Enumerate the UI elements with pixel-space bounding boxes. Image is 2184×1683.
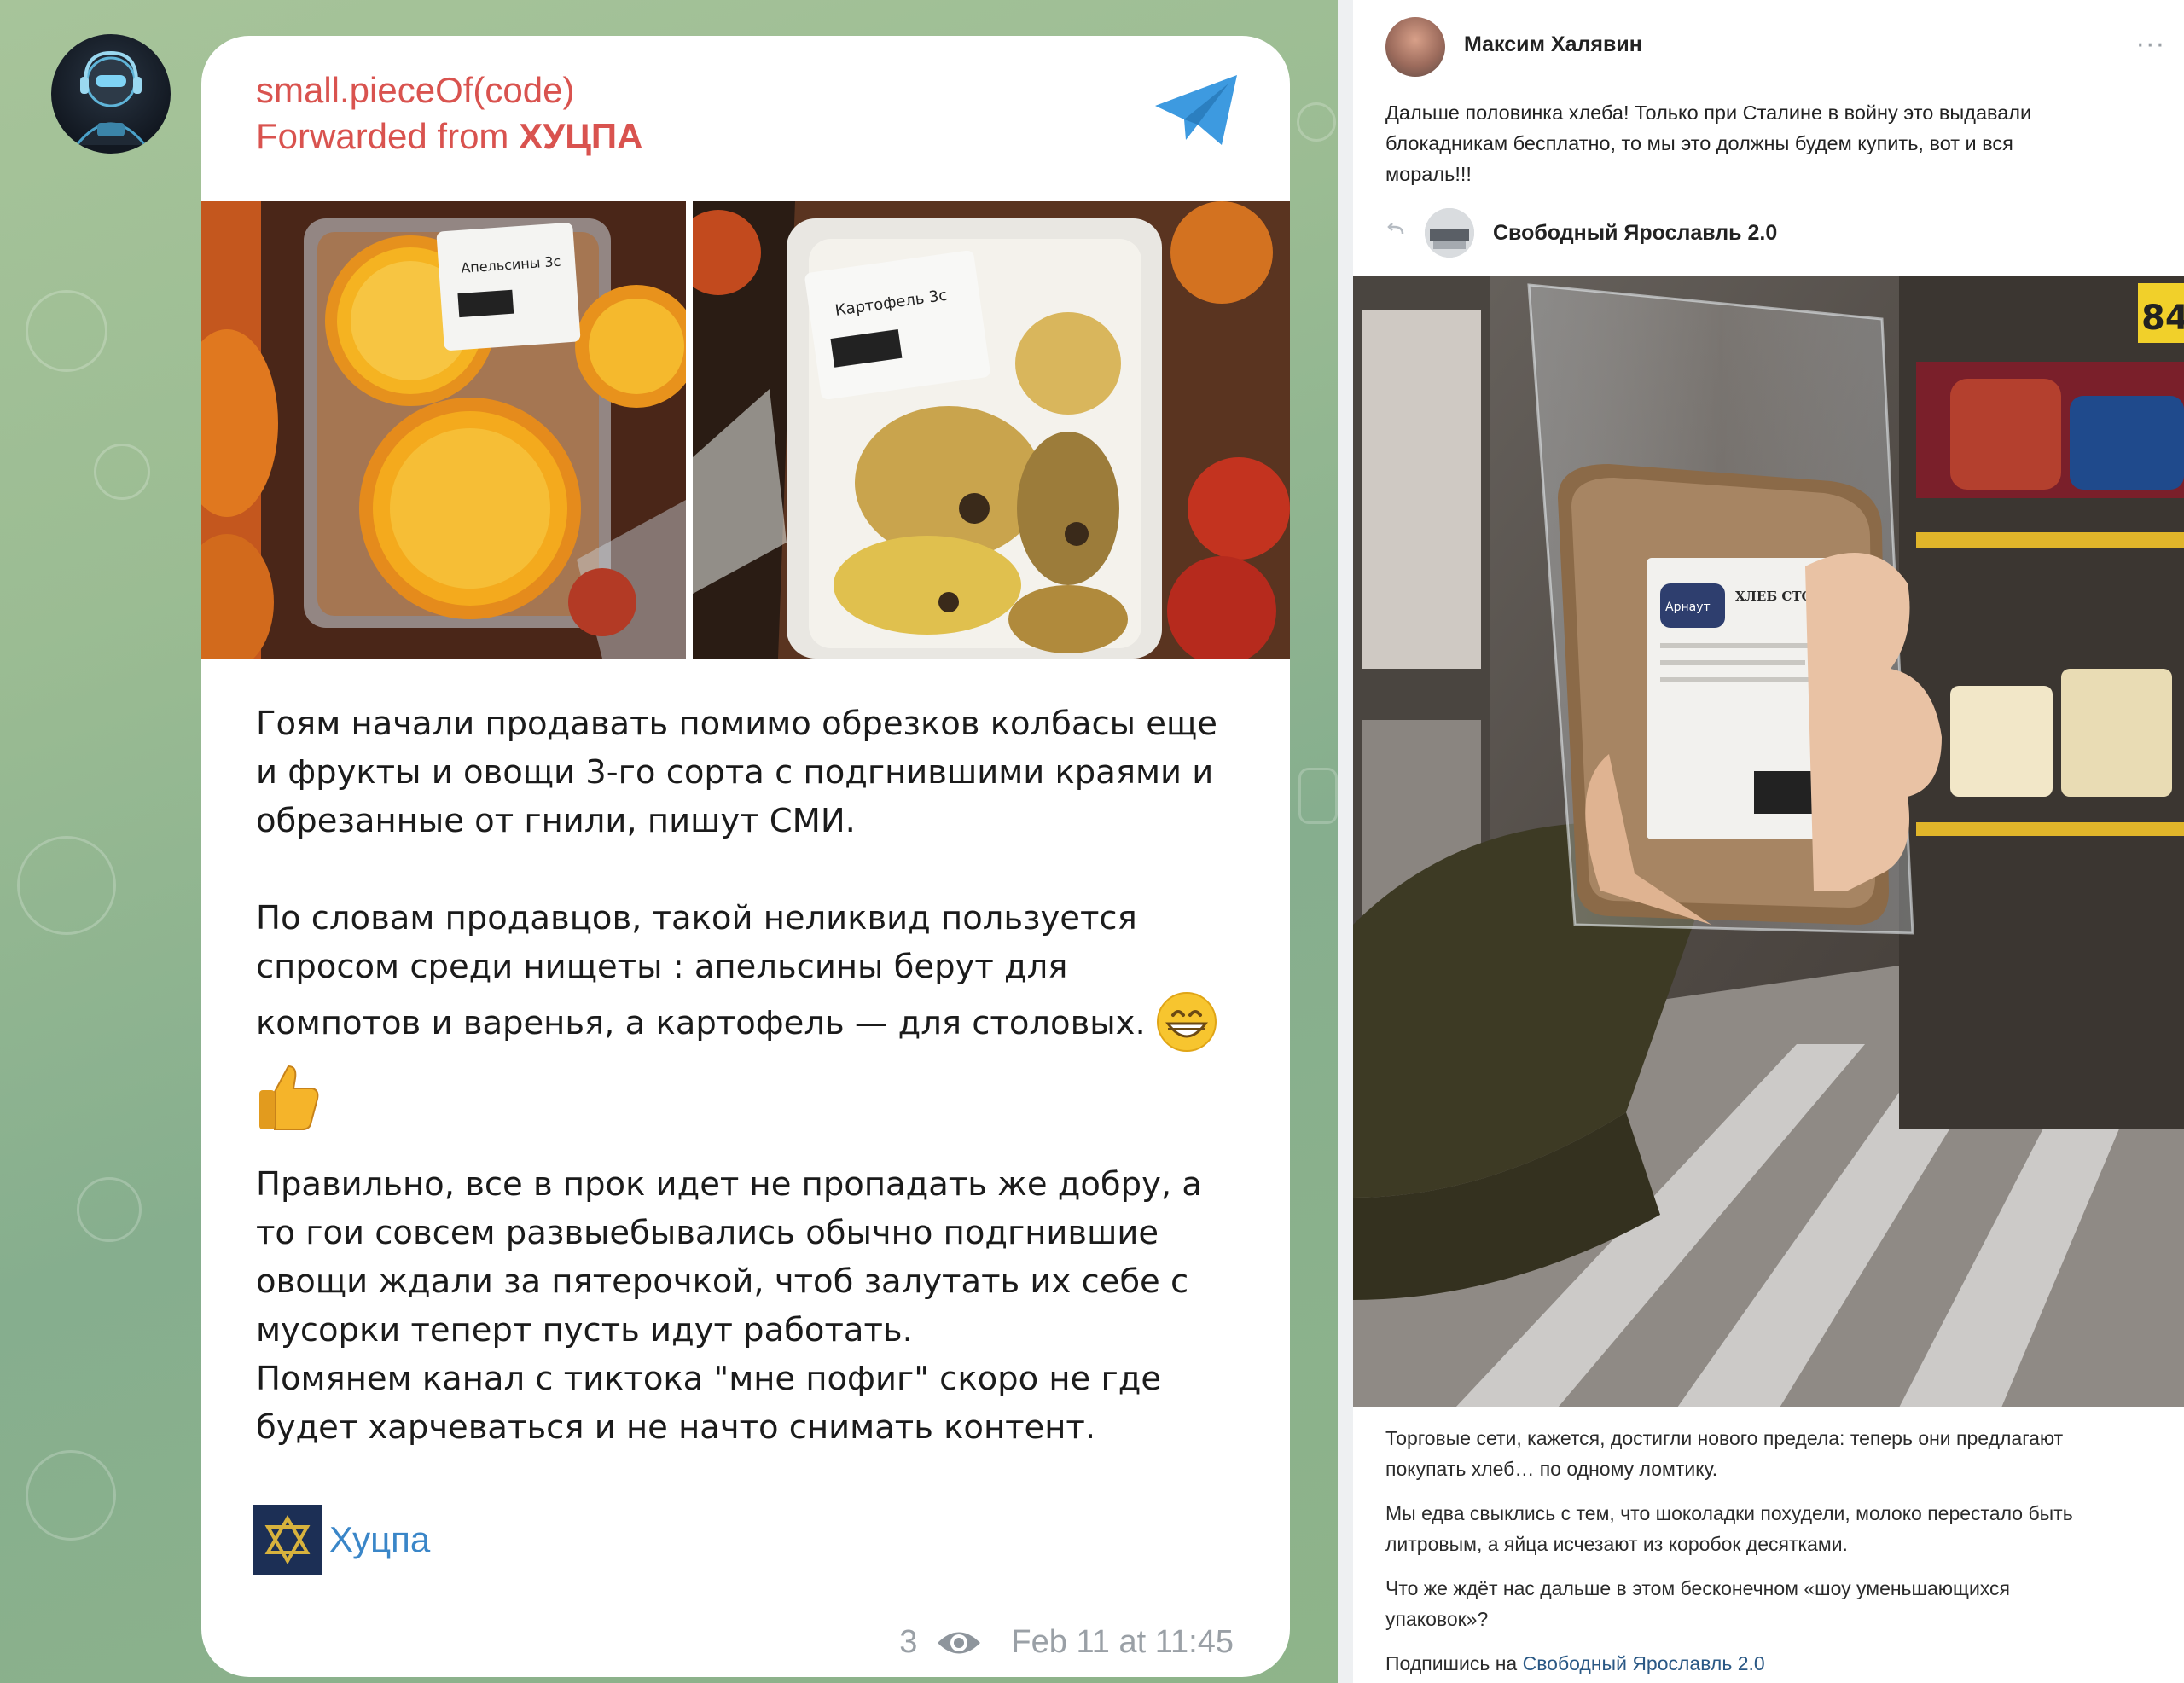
message-paragraph: Гоям начали продавать помимо обрезков ко… bbox=[256, 705, 1217, 840]
message-paragraph: Помянем канал с тиктока "мне пофиг" скор… bbox=[256, 1360, 1162, 1447]
caption-paragraph: Торговые сети, кажется, достигли нового … bbox=[1385, 1427, 2064, 1480]
forwarded-from[interactable]: Forwarded from ХУЦПА bbox=[256, 113, 642, 160]
eye-icon bbox=[938, 1632, 981, 1653]
author-avatar[interactable] bbox=[1385, 17, 1445, 77]
photo-oranges[interactable]: Апельсины 3с bbox=[201, 201, 686, 659]
message-signature[interactable]: Хуцпа bbox=[253, 1505, 430, 1575]
message-paragraph: По словам продавцов, такой неликвид поль… bbox=[256, 894, 1254, 1053]
photo-potatoes[interactable]: Картофель 3с bbox=[693, 201, 1290, 659]
pane-divider bbox=[1338, 0, 1353, 1683]
more-options-icon[interactable]: ··· bbox=[2136, 31, 2166, 61]
background-doodle bbox=[1298, 768, 1338, 824]
message-paragraph: Правильно, все в прок идет не пропадать … bbox=[256, 1165, 1202, 1349]
repost-icon bbox=[1387, 223, 1404, 235]
post-photo-bread[interactable]: 84 Арнаут ХЛЕБ СТОЛИЧНЫЙ bbox=[1353, 276, 2184, 1407]
repost-source-name[interactable]: Свободный Ярославль 2.0 bbox=[1493, 221, 1777, 246]
repost-source-avatar[interactable] bbox=[1425, 208, 1474, 258]
post-text: Дальше половинка хлеба! Только при Стали… bbox=[1385, 102, 2032, 185]
caption-paragraph: Мы едва свыклись с тем, что шоколадки по… bbox=[1385, 1502, 2073, 1555]
robot-avatar-icon bbox=[75, 50, 147, 146]
background-doodle bbox=[26, 1450, 116, 1541]
vk-post-pane: Максим Халявин ··· Дальше половинка хлеб… bbox=[1353, 0, 2184, 1683]
subscribe-line: Подпишись на Свободный Ярославль 2.0 bbox=[1385, 1648, 2170, 1679]
background-doodle bbox=[94, 444, 150, 500]
telegram-pane: small.pieceOf(code) Forwarded from ХУЦПА bbox=[0, 0, 1338, 1683]
message-bubble: small.pieceOf(code) Forwarded from ХУЦПА bbox=[201, 36, 1290, 1677]
telegram-plane-icon bbox=[1155, 75, 1237, 145]
signature-name[interactable]: Хуцпа bbox=[329, 1519, 430, 1560]
message-header: small.pieceOf(code) Forwarded from ХУЦПА bbox=[256, 68, 642, 160]
forwarded-source[interactable]: ХУЦПА bbox=[519, 116, 642, 156]
channel-avatar[interactable] bbox=[51, 34, 171, 154]
message-meta: 3 Feb 11 at 11:45 bbox=[899, 1624, 1234, 1661]
message-paragraph-text: По словам продавцов, такой неликвид поль… bbox=[256, 899, 1146, 1042]
subscribe-prefix: Подпишись на bbox=[1385, 1652, 1518, 1674]
photo-album: Апельсины 3с Картофель 3с bbox=[201, 201, 1290, 659]
background-doodle bbox=[26, 290, 107, 372]
signature-avatar bbox=[253, 1505, 322, 1575]
view-count: 3 bbox=[899, 1624, 918, 1660]
thumbs-up-emoji-icon bbox=[259, 1065, 319, 1130]
forwarded-prefix: Forwarded from bbox=[256, 116, 509, 156]
star-of-david-icon bbox=[264, 1515, 311, 1564]
background-doodle bbox=[77, 1177, 142, 1242]
repost-header[interactable]: Свободный Ярославль 2.0 bbox=[1385, 208, 1777, 258]
subscribe-link[interactable]: Свободный Ярославль 2.0 bbox=[1523, 1652, 1765, 1674]
message-text: Гоям начали продавать помимо обрезков ко… bbox=[256, 699, 1254, 1452]
channel-name[interactable]: small.pieceOf(code) bbox=[256, 68, 642, 113]
post-caption: Торговые сети, кажется, достигли нового … bbox=[1385, 1423, 2170, 1683]
message-timestamp: Feb 11 at 11:45 bbox=[1011, 1624, 1234, 1660]
caption-paragraph: Что же ждёт нас дальше в этом бесконечно… bbox=[1385, 1577, 2011, 1630]
post-author-name[interactable]: Максим Халявин bbox=[1464, 32, 1642, 57]
background-doodle bbox=[17, 836, 116, 935]
bread-brand: Арнаут bbox=[1665, 601, 1711, 614]
price-tag: 84 bbox=[2141, 299, 2184, 338]
grinning-emoji-icon bbox=[1156, 992, 1217, 1052]
background-doodle bbox=[1297, 102, 1336, 142]
